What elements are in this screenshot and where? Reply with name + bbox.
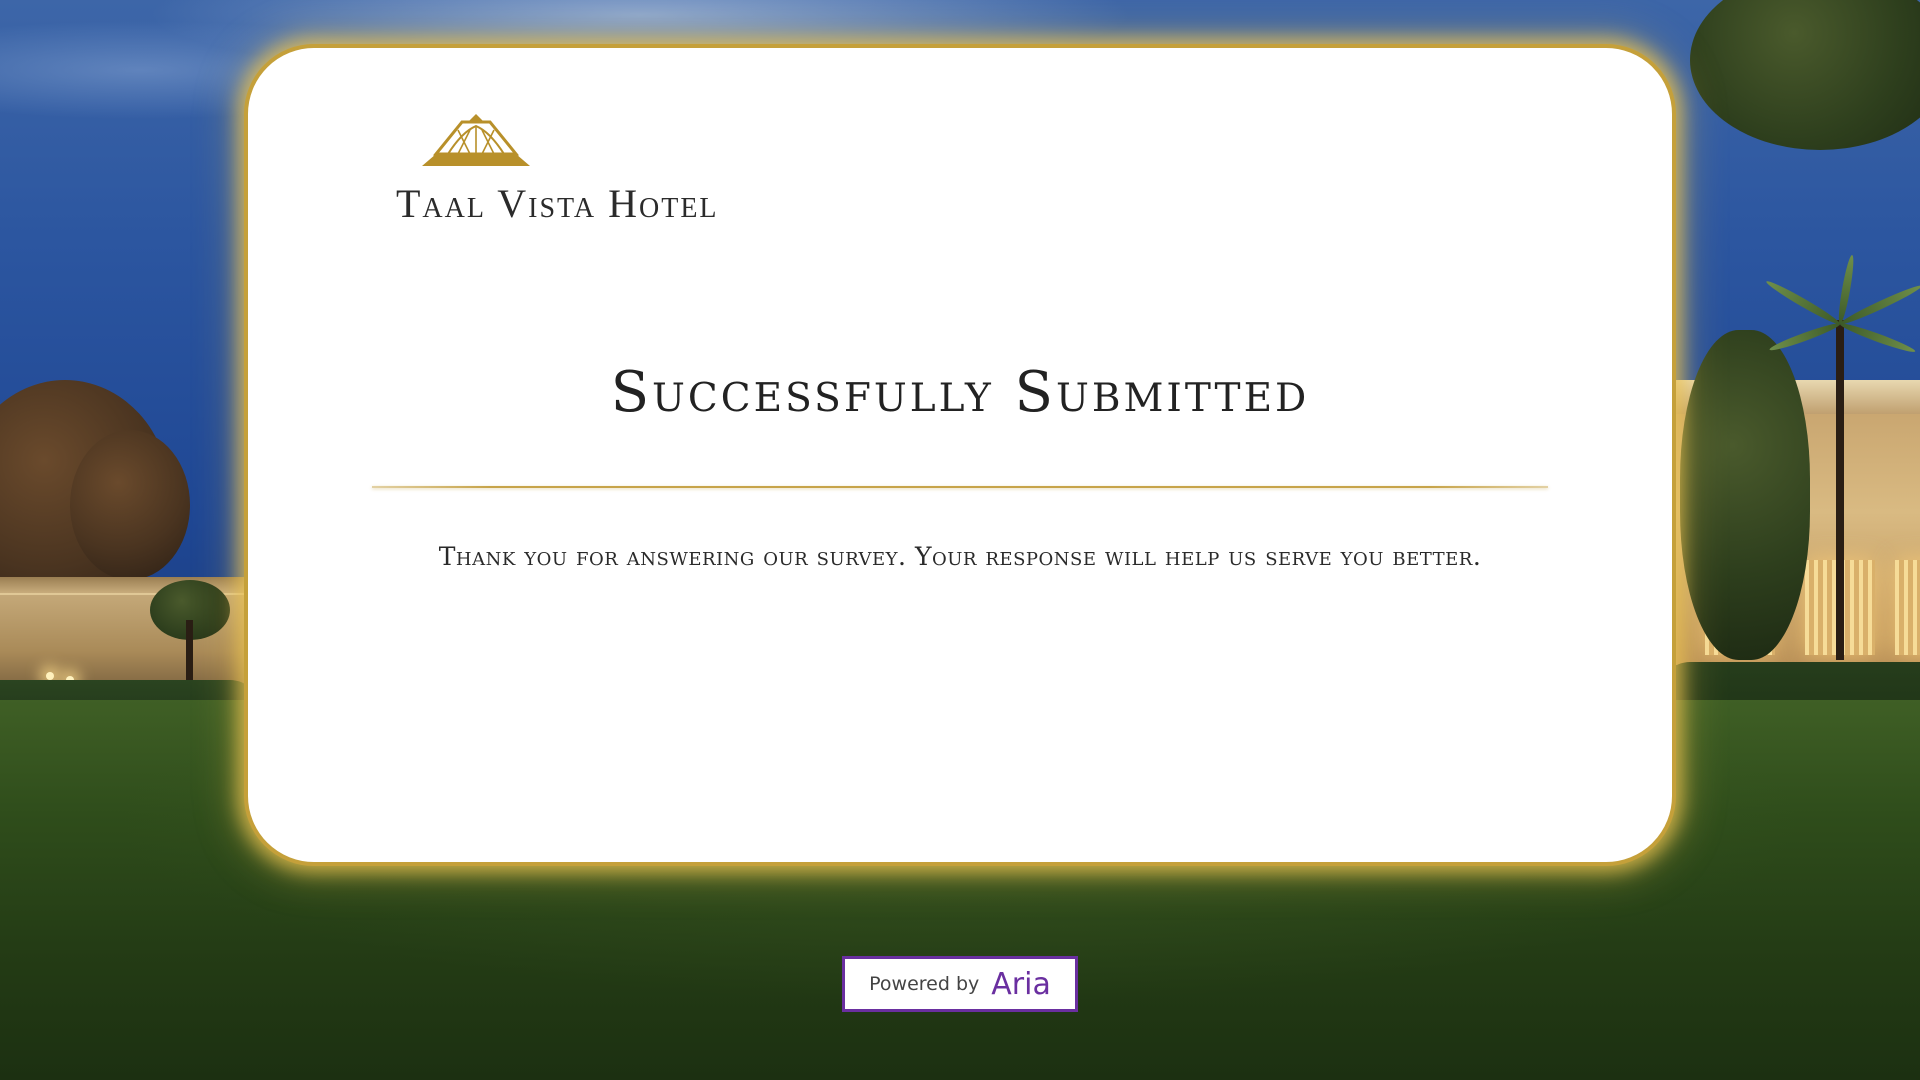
hotel-logo: Taal Vista Hotel bbox=[396, 112, 776, 226]
confirmation-card: Taal Vista Hotel Successfully Submitted … bbox=[244, 44, 1676, 866]
aria-brand-link[interactable]: Aria bbox=[991, 967, 1051, 1002]
lamp bbox=[46, 672, 54, 680]
page-title: Successfully Submitted bbox=[610, 360, 1310, 425]
hotel-roof-logo-icon bbox=[422, 114, 530, 166]
title-divider bbox=[372, 486, 1548, 488]
tree bbox=[70, 430, 190, 580]
hotel-name: Taal Vista Hotel bbox=[396, 181, 719, 226]
tree bbox=[1680, 330, 1810, 660]
powered-by-label: Powered by bbox=[869, 973, 980, 995]
powered-by-badge[interactable]: Powered by Aria bbox=[842, 956, 1078, 1012]
thank-you-message: Thank you for answering our survey. Your… bbox=[438, 542, 1482, 571]
